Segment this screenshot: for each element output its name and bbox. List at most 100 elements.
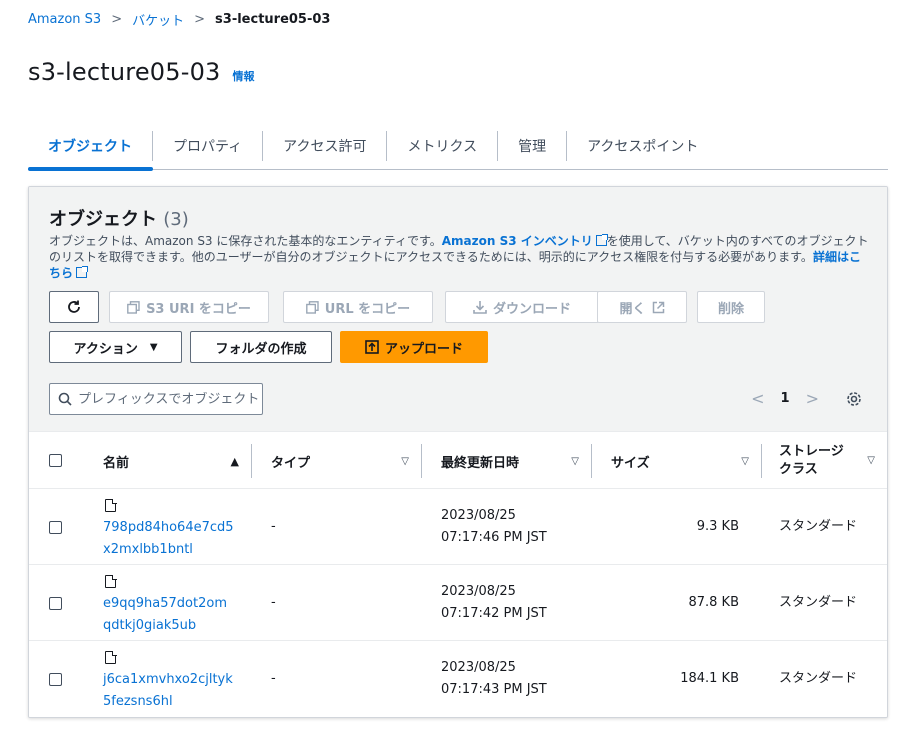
row-checkbox[interactable]: [49, 597, 62, 610]
object-modified: 2023/08/25 07:17:43 PM JST: [441, 657, 547, 701]
download-button[interactable]: ダウンロード: [445, 291, 599, 323]
page-header: s3-lecture05-03 情報: [28, 58, 255, 86]
object-type: -: [271, 595, 276, 610]
breadcrumb: Amazon S3 > バケット > s3-lecture05-03: [28, 10, 330, 29]
object-name-line2: 5fezsns6hl: [103, 694, 173, 709]
column-divider: [421, 444, 422, 478]
table-row[interactable]: e9qq9ha57dot2om qdtkj0giak5ub - 2023/08/2…: [29, 565, 887, 641]
tab-permissions[interactable]: アクセス許可: [262, 130, 386, 161]
actions-dropdown[interactable]: アクション ▼: [49, 331, 182, 363]
copy-url-button[interactable]: URL をコピー: [283, 291, 433, 323]
object-modified: 2023/08/25 07:17:46 PM JST: [441, 505, 547, 549]
modified-time: 07:17:43 PM JST: [441, 682, 547, 697]
tab-management[interactable]: 管理: [497, 130, 566, 161]
copy-s3-uri-label: S3 URI をコピー: [146, 301, 251, 317]
column-divider: [251, 444, 252, 478]
column-header-storage-class[interactable]: ストレージ クラス ▽: [779, 432, 887, 490]
open-button[interactable]: 開く: [597, 291, 687, 323]
modified-time: 07:17:46 PM JST: [441, 530, 547, 545]
object-name-line2: qdtkj0giak5ub: [103, 618, 197, 633]
object-name-line1: j6ca1xmvhxo2cjltyk: [103, 672, 233, 687]
search-icon: [58, 392, 72, 406]
file-icon: [105, 574, 117, 588]
inventory-link[interactable]: Amazon S3 インベントリ: [442, 234, 593, 248]
sort-down-icon: ▽: [401, 455, 409, 467]
objects-panel: オブジェクト (3) オブジェクトは、Amazon S3 に保存された基本的なエ…: [28, 186, 888, 718]
chevron-left-icon[interactable]: <: [751, 389, 764, 408]
tab-objects[interactable]: オブジェクト: [28, 131, 152, 161]
row-checkbox[interactable]: [49, 673, 62, 686]
gear-icon[interactable]: [845, 390, 863, 408]
object-storage-class: スタンダード: [779, 595, 858, 610]
object-count: (3): [163, 209, 189, 230]
panel-header: オブジェクト (3) オブジェクトは、Amazon S3 に保存された基本的なエ…: [29, 187, 887, 431]
tab-bar: オブジェクト プロパティ アクセス許可 メトリクス 管理 アクセスポイント: [28, 122, 888, 171]
header-modified-label: 最終更新日時: [441, 455, 520, 471]
object-name: e9qq9ha57dot2om qdtkj0giak5ub: [103, 593, 227, 637]
column-header-type[interactable]: タイプ ▽: [271, 432, 421, 490]
chevron-right-icon: >: [111, 12, 123, 27]
object-link[interactable]: e9qq9ha57dot2om qdtkj0giak5ub: [103, 596, 227, 633]
tab-access-points[interactable]: アクセスポイント: [566, 130, 718, 161]
table-row[interactable]: 798pd84ho64e7cd5 x2mxlbb1bntl - 2023/08/2…: [29, 489, 887, 565]
tab-metrics[interactable]: メトリクス: [386, 130, 497, 161]
create-folder-button[interactable]: フォルダの作成: [190, 331, 332, 363]
object-name-line2: x2mxlbb1bntl: [103, 542, 193, 557]
object-link[interactable]: j6ca1xmvhxo2cjltyk 5fezsns6hl: [103, 672, 233, 709]
breadcrumb-current: s3-lecture05-03: [215, 12, 331, 27]
search-box: [49, 383, 263, 415]
chevron-right-icon: >: [194, 12, 206, 27]
header-storage-label: ストレージ クラス: [779, 443, 844, 479]
delete-label: 削除: [717, 301, 744, 317]
breadcrumb-amazon-s3[interactable]: Amazon S3: [28, 12, 101, 27]
actions-label: アクション: [73, 341, 138, 357]
copy-s3-uri-button[interactable]: S3 URI をコピー: [109, 291, 269, 323]
object-name-line1: e9qq9ha57dot2om: [103, 596, 227, 611]
object-type: -: [271, 519, 276, 534]
upload-icon: [365, 340, 379, 354]
object-storage-class: スタンダード: [779, 519, 858, 534]
header-name-label: 名前: [103, 455, 130, 471]
header-size-label: サイズ: [611, 455, 650, 471]
upload-button[interactable]: アップロード: [340, 331, 488, 363]
page-title: s3-lecture05-03: [28, 58, 221, 86]
object-size: 9.3 KB: [696, 519, 739, 534]
column-divider: [591, 444, 592, 478]
object-size: 184.1 KB: [680, 671, 739, 686]
refresh-button[interactable]: [49, 291, 99, 323]
create-folder-label: フォルダの作成: [215, 341, 307, 357]
modified-date: 2023/08/25: [441, 660, 516, 675]
row-checkbox[interactable]: [49, 521, 62, 534]
desc-text: オブジェクトは、Amazon S3 に保存された基本的なエンティティです。: [49, 234, 442, 248]
header-storage-line1: ストレージ: [779, 444, 844, 459]
panel-description: オブジェクトは、Amazon S3 に保存された基本的なエンティティです。Ama…: [49, 233, 869, 281]
breadcrumb-buckets[interactable]: バケット: [132, 10, 184, 29]
column-header-size[interactable]: サイズ ▽: [611, 432, 761, 490]
search-input[interactable]: [78, 391, 258, 407]
current-page[interactable]: 1: [781, 391, 790, 406]
modified-date: 2023/08/25: [441, 508, 516, 523]
copy-icon: [305, 300, 319, 314]
file-icon: [105, 498, 117, 512]
chevron-right-icon[interactable]: >: [806, 389, 819, 408]
object-link[interactable]: 798pd84ho64e7cd5 x2mxlbb1bntl: [103, 520, 234, 557]
column-divider: [761, 444, 762, 478]
sort-down-icon: ▽: [867, 455, 875, 466]
download-label: ダウンロード: [492, 301, 571, 317]
external-link-icon: [652, 301, 664, 313]
pagination: < 1 >: [751, 389, 863, 408]
column-header-modified[interactable]: 最終更新日時 ▽: [441, 432, 591, 490]
sort-down-icon: ▽: [571, 455, 579, 467]
copy-url-label: URL をコピー: [324, 301, 411, 317]
object-name: 798pd84ho64e7cd5 x2mxlbb1bntl: [103, 517, 234, 561]
delete-button[interactable]: 削除: [697, 291, 765, 323]
copy-icon: [127, 300, 140, 314]
panel-title-text: オブジェクト: [49, 209, 157, 230]
tab-properties[interactable]: プロパティ: [152, 130, 262, 161]
table-row[interactable]: j6ca1xmvhxo2cjltyk 5fezsns6hl - 2023/08/2…: [29, 641, 887, 717]
file-icon: [105, 650, 117, 664]
column-header-name[interactable]: 名前 ▲: [103, 432, 251, 490]
open-label: 開く: [619, 301, 646, 317]
select-all-checkbox[interactable]: [49, 454, 62, 467]
info-link[interactable]: 情報: [233, 68, 255, 84]
